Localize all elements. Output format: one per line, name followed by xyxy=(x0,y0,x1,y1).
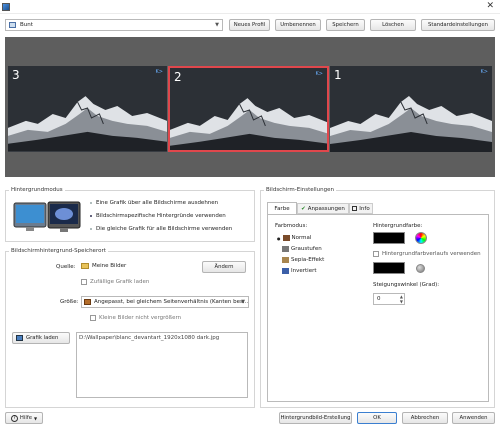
wallpaper-image xyxy=(170,68,327,150)
storage-location-group: Bildschirmhintergrund-Speicherort Quelle… xyxy=(5,248,255,408)
folder-icon xyxy=(81,263,89,269)
no-enlarge-checkbox[interactable]: Kleine Bilder nicht vergrößern xyxy=(90,315,181,321)
monitor-indicator-icon: K> xyxy=(155,69,163,75)
mode-icon xyxy=(282,257,289,263)
chevron-down-icon: ▼ xyxy=(215,22,219,28)
chevron-down-icon: ▼ xyxy=(241,299,245,305)
mode-option-3[interactable]: Die gleiche Grafik für alle Bildschirme … xyxy=(90,226,232,232)
bg-color-swatch[interactable] xyxy=(373,232,405,244)
info-icon xyxy=(352,206,358,211)
size-dropdown[interactable]: Angepasst, bei gleichem Seitenverhältnis… xyxy=(81,296,249,308)
help-button[interactable]: ? Hilfe ▼ xyxy=(5,412,43,424)
color-mode-sepia[interactable]: Sepia-Effekt xyxy=(282,257,324,263)
bg-color-label: Hintergrundfarbe: xyxy=(373,223,423,229)
new-profile-button[interactable]: Neues Profil xyxy=(229,19,270,31)
create-background-button[interactable]: Hintergrundbild-Erstellung xyxy=(279,412,352,424)
image-path-field[interactable]: D:\Wallpaper\blanc_devantart_1920x1080 d… xyxy=(76,332,248,398)
monitor-number: 2 xyxy=(174,70,182,84)
rename-button[interactable]: Umbenennen xyxy=(275,19,321,31)
monitors-icon xyxy=(13,201,81,232)
random-image-checkbox[interactable]: Zufällige Grafik laden xyxy=(81,279,149,285)
monitor-indicator-icon: K> xyxy=(315,71,323,77)
change-button[interactable]: Ändern xyxy=(202,261,246,273)
monitor-2[interactable]: 2 K> xyxy=(168,66,329,152)
source-label: Quelle: xyxy=(56,264,76,270)
mode-icon xyxy=(282,268,289,274)
monitor-indicator-icon: K> xyxy=(480,69,488,75)
color-mode-normal[interactable]: ● Normal xyxy=(277,235,311,241)
gradient-picker-icon[interactable] xyxy=(416,264,425,273)
gradient-angle-label: Steigungswinkel (Grad): xyxy=(373,282,440,288)
monitor-number: 3 xyxy=(12,68,20,82)
group-legend: Bildschirmhintergrund-Speicherort xyxy=(9,248,108,254)
monitor-icon xyxy=(9,22,16,28)
background-mode-group: Hintergrundmodus Eine Grafik über alle B… xyxy=(5,187,255,242)
stepper-arrows-icon[interactable]: ▲ ▼ xyxy=(400,294,403,304)
wallpaper-image xyxy=(330,66,492,152)
ok-button[interactable]: OK xyxy=(357,412,397,424)
group-legend: Bildschirm-Einstellungen xyxy=(264,187,337,193)
wallpaper-image xyxy=(8,66,167,152)
size-label: Größe: xyxy=(60,299,79,305)
chevron-down-icon: ▼ xyxy=(33,415,38,421)
cancel-button[interactable]: Abbrechen xyxy=(402,412,448,424)
tab-info[interactable]: Info xyxy=(349,203,373,214)
monitor-3[interactable]: 3 K> xyxy=(8,66,167,152)
color-mode-label: Farbmodus: xyxy=(275,223,308,229)
defaults-button[interactable]: Standardeinstellungen xyxy=(421,19,495,31)
tab-adjustments[interactable]: ✔ Anpassungen xyxy=(297,203,349,214)
mode-icon xyxy=(282,246,289,252)
adjust-icon: ✔ xyxy=(301,205,306,212)
profile-dropdown[interactable]: Bunt ▼ xyxy=(5,19,223,31)
color-picker-icon[interactable] xyxy=(415,232,427,244)
gradient-angle-stepper[interactable]: 0 ▲ ▼ xyxy=(373,293,405,305)
delete-button[interactable]: Löschen xyxy=(370,19,416,31)
group-legend: Hintergrundmodus xyxy=(9,187,65,193)
tab-color[interactable]: Farbe xyxy=(267,202,297,214)
image-icon xyxy=(84,299,91,305)
gradient-color-swatch[interactable] xyxy=(373,262,405,274)
title-bar: ✕ xyxy=(0,0,500,14)
app-icon xyxy=(2,3,10,11)
help-icon: ? xyxy=(10,414,18,422)
mode-option-1[interactable]: Eine Grafik über alle Bildschirme ausdeh… xyxy=(90,200,218,206)
source-value: Meine Bilder xyxy=(81,263,126,269)
monitor-number: 1 xyxy=(334,68,342,82)
color-mode-inverted[interactable]: Invertiert xyxy=(282,268,317,274)
color-mode-grayscale[interactable]: Graustufen xyxy=(282,246,322,252)
mode-option-2[interactable]: Bildschirmspezifische Hintergründe verwe… xyxy=(90,213,226,219)
profile-value: Bunt xyxy=(20,22,33,28)
screen-settings-group: Bildschirm-Einstellungen Farbe ✔ Anpassu… xyxy=(260,187,495,408)
gradient-checkbox[interactable]: Hintergrundfarbverlaufs verwenden xyxy=(373,251,481,257)
close-icon[interactable]: ✕ xyxy=(486,1,494,11)
load-image-button[interactable]: Grafik laden xyxy=(12,332,70,344)
image-icon xyxy=(16,335,23,341)
apply-button[interactable]: Anwenden xyxy=(452,412,495,424)
save-button[interactable]: Speichern xyxy=(326,19,365,31)
mode-icon xyxy=(282,235,290,241)
monitor-1[interactable]: 1 K> xyxy=(330,66,492,152)
